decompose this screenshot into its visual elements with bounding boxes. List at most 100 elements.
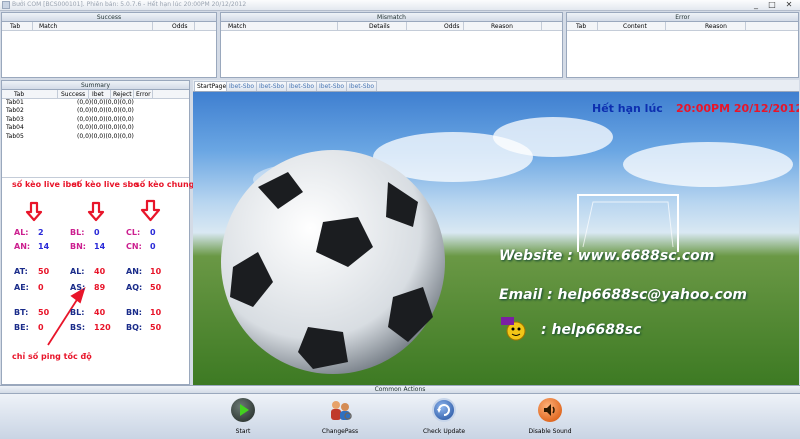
stat-at-value: 50 [38, 267, 50, 276]
tab-ibet-sbo[interactable]: Ibet-Sbo [316, 81, 348, 91]
tab-ibet-sbo[interactable]: Ibet-Sbo [226, 81, 258, 91]
check-update-button[interactable]: Check Update [409, 398, 479, 436]
stat-bq-value: 50 [150, 323, 162, 332]
stat-bn-value: 14 [94, 242, 106, 251]
tab-ibet-sbo[interactable]: Ibet-Sbo [256, 81, 288, 91]
col-ibet[interactable]: Ibet [92, 91, 104, 98]
stat-bt-label: BT: [14, 308, 29, 317]
maximize-button[interactable]: □ [764, 0, 780, 10]
error-columns: Tab Content Reason [567, 22, 798, 31]
yahoo-messenger-icon [499, 315, 529, 341]
close-button[interactable]: ✕ [781, 0, 797, 10]
title-bar: Bưởi COM [BCS000101]. Phiên bản: 5.0.7.6… [0, 0, 800, 11]
error-panel: Error Tab Content Reason [566, 12, 799, 78]
table-row[interactable]: Tab04 (0,0)(0,0)(0,0)(0,0) [2, 124, 189, 132]
col-error[interactable]: Error [136, 91, 151, 98]
col-reason[interactable]: Reason [491, 23, 513, 30]
stat-bl-label: BL: [70, 228, 85, 237]
success-panel: Success Tab Match Odds [1, 12, 217, 78]
success-panel-title: Success [2, 13, 216, 22]
annotation-live-ibet: số kèo live ibet [12, 180, 81, 189]
start-label: Start [235, 428, 251, 435]
annotation-ping: chỉ số ping tốc độ [12, 352, 92, 361]
row-value: (0,0)(0,0)(0,0)(0,0) [77, 115, 134, 123]
table-row[interactable]: Tab02 (0,0)(0,0)(0,0)(0,0) [2, 107, 189, 115]
email-text: Email : help6688sc@yahoo.com [499, 287, 748, 303]
error-panel-title: Error [567, 13, 798, 22]
stat-bl2-label: BL: [70, 308, 85, 317]
tab-ibet-sbo[interactable]: Ibet-Sbo [286, 81, 318, 91]
stat-bn2-value: 10 [150, 308, 162, 317]
stat-cl-value: 0 [150, 228, 156, 237]
stat-as-value: 89 [94, 283, 106, 292]
col-details[interactable]: Details [369, 23, 390, 30]
stat-bl-value: 0 [94, 228, 100, 237]
speaker-icon [538, 398, 562, 422]
stat-be-label: BE: [14, 323, 29, 332]
update-icon [432, 398, 456, 422]
yahoo-id-text: : help6688sc [541, 322, 642, 338]
col-match[interactable]: Match [39, 23, 57, 30]
stat-bt-value: 50 [38, 308, 50, 317]
stat-al2-value: 40 [94, 267, 106, 276]
row-value: (0,0)(0,0)(0,0)(0,0) [77, 99, 134, 106]
row-value: (0,0)(0,0)(0,0)(0,0) [77, 132, 134, 140]
mismatch-panel: Mismatch Match Details Odds Reason [220, 12, 563, 78]
col-tab[interactable]: Tab [10, 23, 20, 30]
tab-startpage[interactable]: StartPage [194, 81, 230, 91]
summary-columns: Tab Success Ibet Reject Error [2, 90, 189, 99]
tab-ibet-sbo[interactable]: Ibet-Sbo [346, 81, 378, 91]
website-text: Website : www.6688sc.com [499, 248, 715, 264]
stat-ae-value: 0 [38, 283, 44, 292]
annotation-live-sbo: số kèo live sbo [72, 180, 139, 189]
col-success[interactable]: Success [61, 91, 85, 98]
stat-be-value: 0 [38, 323, 44, 332]
table-row[interactable]: Tab01 (0,0)(0,0)(0,0)(0,0) [2, 99, 189, 107]
arrow-down-icon [140, 199, 161, 222]
col-tab[interactable]: Tab [14, 91, 24, 98]
start-button[interactable]: Start [208, 398, 278, 436]
annotation-common: số kèo chung [135, 180, 195, 189]
arrow-down-icon [25, 201, 43, 222]
stat-an-label: AN: [14, 242, 31, 251]
stat-cn-label: CN: [126, 242, 142, 251]
stat-aq-value: 50 [150, 283, 162, 292]
col-reason[interactable]: Reason [705, 23, 727, 30]
row-tab: Tab03 [6, 115, 24, 123]
summary-panel-title: Summary [2, 81, 189, 90]
col-odds[interactable]: Odds [172, 23, 187, 30]
stat-bq-label: BQ: [126, 323, 143, 332]
col-odds[interactable]: Odds [444, 23, 459, 30]
window-title: Bưởi COM [BCS000101]. Phiên bản: 5.0.7.6… [12, 1, 247, 8]
stat-an2-value: 10 [150, 267, 162, 276]
col-match[interactable]: Match [228, 23, 246, 30]
action-toolbar: Start ChangePass Check Update Disable So… [0, 394, 800, 439]
stat-an-value: 14 [38, 242, 50, 251]
change-pass-label: ChangePass [321, 428, 359, 435]
play-icon [231, 398, 255, 422]
disable-sound-label: Disable Sound [528, 428, 572, 435]
stat-al2-label: AL: [70, 267, 85, 276]
stat-bs-value: 120 [94, 323, 111, 332]
row-tab: Tab04 [6, 124, 24, 132]
stat-cl-label: CL: [126, 228, 141, 237]
table-row[interactable]: Tab05 (0,0)(0,0)(0,0)(0,0) [2, 133, 189, 141]
expiry-value: 20:00PM 20/12/2012 [676, 102, 799, 115]
stat-bs-label: BS: [70, 323, 86, 332]
col-reject[interactable]: Reject [113, 91, 132, 98]
row-tab: Tab05 [6, 132, 24, 140]
col-content[interactable]: Content [623, 23, 647, 30]
goal-post-image [577, 194, 679, 252]
minimize-button[interactable]: _ [748, 0, 764, 10]
stat-as-label: AS: [70, 283, 86, 292]
col-tab[interactable]: Tab [576, 23, 586, 30]
stat-bl2-value: 40 [94, 308, 106, 317]
table-row[interactable]: Tab03 (0,0)(0,0)(0,0)(0,0) [2, 116, 189, 124]
change-pass-button[interactable]: ChangePass [305, 398, 375, 436]
success-columns: Tab Match Odds [2, 22, 216, 31]
disable-sound-button[interactable]: Disable Sound [515, 398, 585, 436]
app-icon [2, 1, 10, 9]
stat-aq-label: AQ: [126, 283, 143, 292]
stat-al-label: AL: [14, 228, 29, 237]
stat-an2-label: AN: [126, 267, 143, 276]
